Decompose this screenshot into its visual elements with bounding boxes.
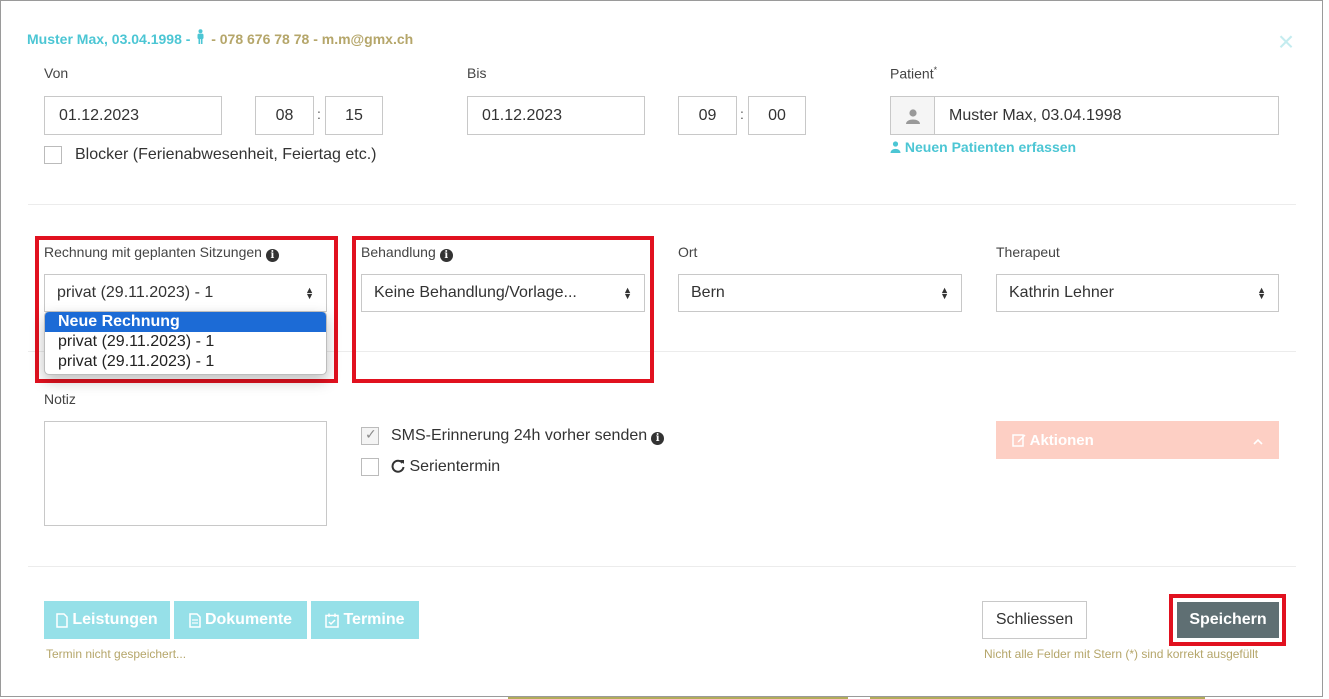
select-arrows-icon: ▲ ▼ <box>940 285 949 301</box>
blocker-label: Blocker (Ferienabwesenheit, Feiertag etc… <box>75 146 377 163</box>
required-asterisk: * <box>933 65 938 75</box>
patient-header-name: Muster Max, 03.04.1998 <box>27 31 182 47</box>
dokumente-button[interactable]: Dokumente <box>174 601 307 639</box>
dropdown-option[interactable]: privat (29.11.2023) - 1 <box>45 332 326 352</box>
appointment-modal: Muster Max, 03.04.1998 - - 078 676 78 78… <box>0 0 1323 697</box>
von-date-input[interactable]: 01.12.2023 <box>44 96 222 135</box>
divider <box>28 204 1296 205</box>
patient-input[interactable]: Muster Max, 03.04.1998 <box>934 96 1279 135</box>
edit-icon <box>1012 433 1026 447</box>
close-button[interactable]: Schliessen <box>982 601 1087 639</box>
von-minute-input[interactable]: 15 <box>325 96 383 135</box>
ort-select[interactable]: Bern ▲ ▼ <box>678 274 962 312</box>
actions-button[interactable]: Aktionen <box>996 421 1279 459</box>
required-fields-note: Nicht alle Felder mit Stern (*) sind kor… <box>984 647 1259 661</box>
termine-button-label: Termine <box>343 611 405 628</box>
patient-header-contact: - 078 676 78 78 - m.m@gmx.ch <box>207 31 414 47</box>
document-icon <box>56 612 69 628</box>
notiz-label: Notiz <box>44 391 76 407</box>
bis-minute-input[interactable]: 00 <box>748 96 806 135</box>
bis-hour-input[interactable]: 09 <box>678 96 737 135</box>
header-separator: - <box>181 31 195 47</box>
file-text-icon <box>189 612 201 628</box>
von-label: Von <box>44 65 69 81</box>
user-plus-icon <box>890 141 901 153</box>
bis-date-input[interactable]: 01.12.2023 <box>467 96 645 135</box>
actions-button-content: Aktionen <box>1012 432 1094 449</box>
von-hour-input[interactable]: 08 <box>255 96 314 135</box>
von-time-colon: : <box>317 106 321 122</box>
refresh-icon <box>391 459 405 473</box>
blocker-checkbox[interactable] <box>44 146 62 164</box>
ort-select-value: Bern <box>691 284 725 301</box>
leistungen-button-label: Leistungen <box>72 611 158 628</box>
close-icon[interactable]: × <box>1272 27 1300 57</box>
new-patient-link[interactable]: Neuen Patienten erfassen <box>890 139 1076 155</box>
bis-label: Bis <box>467 65 487 81</box>
highlight-behandlung <box>352 236 654 383</box>
not-saved-note: Termin nicht gespeichert... <box>46 647 187 661</box>
calendar-check-icon <box>325 613 340 628</box>
leistungen-button[interactable]: Leistungen <box>44 601 170 639</box>
actions-button-label: Aktionen <box>1029 431 1094 449</box>
therapeut-label: Therapeut <box>996 244 1060 260</box>
rechnung-dropdown-list: Neue Rechnung privat (29.11.2023) - 1 pr… <box>44 311 327 375</box>
serie-checkbox[interactable] <box>361 458 379 476</box>
highlight-save <box>1169 594 1286 646</box>
bis-time-colon: : <box>740 106 744 122</box>
sms-label: SMS-Erinnerung 24h vorher senden i <box>391 427 665 445</box>
sms-checkbox[interactable]: ✓ <box>361 426 379 445</box>
notiz-textarea[interactable] <box>44 421 327 526</box>
chevron-up-icon <box>1253 432 1263 449</box>
serie-label-text: Serientermin <box>409 458 501 475</box>
therapeut-select[interactable]: Kathrin Lehner ▲ ▼ <box>996 274 1279 312</box>
sms-label-text: SMS-Erinnerung 24h vorher senden <box>391 427 648 444</box>
serie-label: Serientermin <box>391 458 500 476</box>
person-icon <box>196 29 205 47</box>
ort-label: Ort <box>678 244 698 260</box>
patient-label: Patient* <box>890 65 937 82</box>
dropdown-option[interactable]: privat (29.11.2023) - 1 <box>45 352 326 372</box>
info-icon[interactable]: i <box>651 432 665 445</box>
dokumente-button-label: Dokumente <box>204 611 293 628</box>
divider <box>28 566 1296 567</box>
new-patient-link-label: Neuen Patienten erfassen <box>904 139 1077 155</box>
select-arrows-icon: ▲ ▼ <box>1257 285 1266 301</box>
patient-label-text: Patient <box>890 65 934 82</box>
therapeut-select-value: Kathrin Lehner <box>1009 284 1114 301</box>
check-icon: ✓ <box>365 426 377 442</box>
termine-button[interactable]: Termine <box>311 601 419 639</box>
patient-header: Muster Max, 03.04.1998 - - 078 676 78 78… <box>27 29 413 47</box>
dropdown-option[interactable]: Neue Rechnung <box>45 312 326 332</box>
user-icon <box>890 96 935 135</box>
